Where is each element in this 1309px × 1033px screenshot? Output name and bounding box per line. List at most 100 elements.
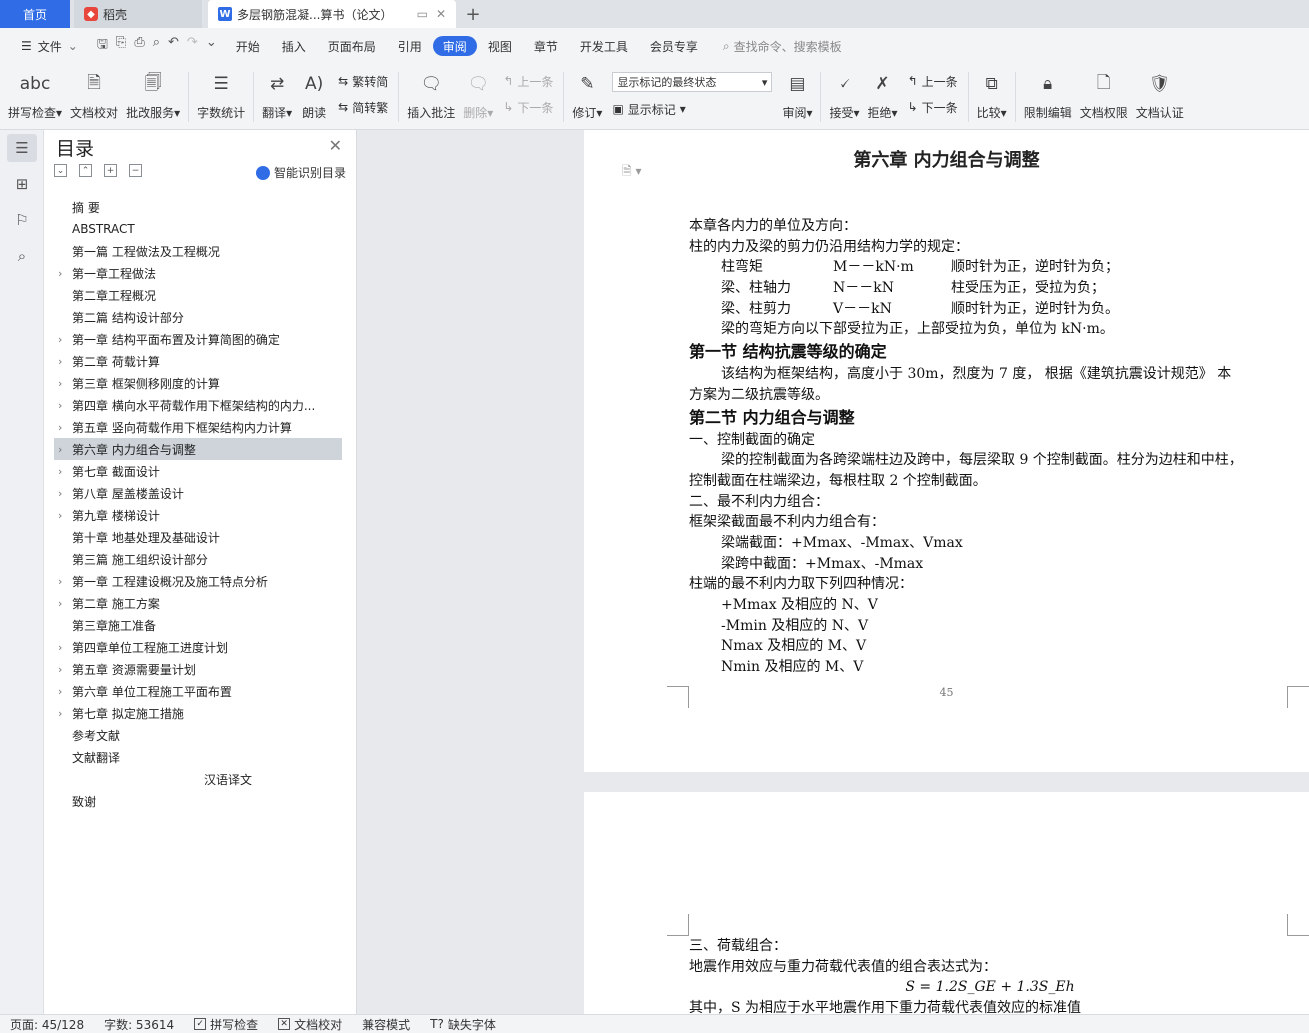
missing-font-button[interactable]: T? 缺失字体	[430, 1016, 496, 1033]
print-preview-icon[interactable]: ⌕	[153, 35, 160, 57]
chevron-right-icon[interactable]: ›	[58, 597, 72, 610]
insert-comment-button[interactable]: 🗨 插入批注	[407, 64, 455, 126]
file-menu[interactable]: ☰ 文件 ⌄	[10, 36, 89, 56]
chevron-right-icon[interactable]: ›	[58, 509, 72, 522]
word-count-indicator[interactable]: 字数: 53614	[104, 1016, 174, 1033]
close-icon[interactable]: ✕	[329, 136, 342, 155]
tab-close-icon[interactable]: ✕	[436, 7, 446, 21]
menu-insert[interactable]: 插入	[271, 36, 317, 56]
accept-button[interactable]: 🗸 接受▾	[829, 64, 859, 126]
expand-all-icon[interactable]: ⌄	[54, 164, 67, 177]
toc-item[interactable]: 参考文献	[54, 724, 342, 746]
toc-item[interactable]: › 第一章 工程建设概况及施工特点分析	[54, 570, 342, 592]
reject-button[interactable]: ✗ 拒绝▾	[868, 64, 898, 126]
menu-view[interactable]: 视图	[477, 36, 523, 56]
chevron-right-icon[interactable]: ›	[58, 267, 72, 280]
toc-item[interactable]: 第二篇 结构设计部分	[54, 306, 342, 328]
toc-item[interactable]: 第十章 地基处理及基础设计	[54, 526, 342, 548]
toc-item[interactable]: 第三章施工准备	[54, 614, 342, 636]
toc-item[interactable]: › 第四章 横向水平荷载作用下框架结构的内力...	[54, 394, 342, 416]
read-aloud-button[interactable]: A) 朗读	[300, 64, 328, 126]
simp-to-trad-button[interactable]: ⇆ 繁转简	[338, 72, 388, 90]
spell-check-button[interactable]: abc 拼写检查▾	[8, 64, 62, 126]
toc-item[interactable]: › 第五章 竖向荷载作用下框架结构内力计算	[54, 416, 342, 438]
menu-references[interactable]: 引用	[387, 36, 433, 56]
collapse-all-icon[interactable]: ⌃	[79, 164, 92, 177]
chevron-right-icon[interactable]: ›	[58, 421, 72, 434]
chevron-right-icon[interactable]: ›	[58, 641, 72, 654]
status-doc-check[interactable]: ✕ 文档校对	[278, 1016, 342, 1033]
menu-page-layout[interactable]: 页面布局	[317, 36, 387, 56]
chevron-right-icon[interactable]: ›	[58, 443, 72, 456]
toc-item[interactable]: › 第一章 结构平面布置及计算简图的确定	[54, 328, 342, 350]
undo-icon[interactable]: ↶	[168, 35, 179, 57]
toc-item[interactable]: 致谢	[54, 790, 342, 812]
review-pane-button[interactable]: ▤ 审阅▾	[782, 64, 812, 126]
page-indicator[interactable]: 页面: 45/128	[10, 1016, 84, 1033]
toc-item[interactable]: › 第七章 拟定施工措施	[54, 702, 342, 724]
chevron-right-icon[interactable]: ›	[58, 399, 72, 412]
chevron-right-icon[interactable]: ›	[58, 487, 72, 500]
toc-item[interactable]: › 第八章 屋盖楼盖设计	[54, 482, 342, 504]
tab-daoke[interactable]: ◆ 稻壳	[74, 0, 202, 28]
command-search[interactable]: ⌕ 查找命令、搜索模板	[723, 38, 842, 55]
menu-section[interactable]: 章节	[523, 36, 569, 56]
more-icon[interactable]: ⌄	[206, 35, 217, 57]
toc-item[interactable]: 文献翻译	[54, 746, 342, 768]
doc-permission-button[interactable]: 🗋 文档权限	[1080, 64, 1128, 126]
show-markup-button[interactable]: ▣ 显示标记 ▾	[612, 100, 772, 118]
markup-state-select[interactable]: 显示标记的最终状态 ▾	[612, 72, 773, 92]
prev-change-button[interactable]: ↰ 上一条	[908, 72, 958, 90]
chevron-right-icon[interactable]: ›	[58, 355, 72, 368]
delete-comment-button[interactable]: 🗨 删除▾	[463, 64, 493, 126]
menu-review[interactable]: 审阅	[432, 36, 477, 56]
toc-item[interactable]: 第一篇 工程做法及工程概况	[54, 240, 342, 262]
toc-panel-icon[interactable]: ☰	[7, 134, 37, 162]
word-count-button[interactable]: ☰ 字数统计	[197, 64, 245, 126]
toc-item[interactable]: › 第一章工程做法	[54, 262, 342, 284]
toc-item[interactable]: › 第二章 施工方案	[54, 592, 342, 614]
toc-item[interactable]: ABSTRACT	[54, 218, 342, 240]
print-icon[interactable]: ⎙	[134, 35, 144, 57]
chevron-right-icon[interactable]: ›	[58, 707, 72, 720]
chevron-right-icon[interactable]: ›	[58, 575, 72, 588]
batch-service-button[interactable]: 🗐 批改服务▾	[126, 64, 180, 126]
chevron-right-icon[interactable]: ›	[58, 377, 72, 390]
tab-document[interactable]: W 多层钢筋混凝...算书（论文） ▭ ✕	[208, 0, 456, 28]
toc-item[interactable]: › 第二章 荷载计算	[54, 350, 342, 372]
toc-item[interactable]: › 第六章 单位工程施工平面布置	[54, 680, 342, 702]
tab-home[interactable]: 首页	[0, 0, 70, 28]
navigation-icon[interactable]: ⊞	[7, 170, 37, 198]
prev-comment-button[interactable]: ↰ 上一条	[503, 72, 553, 90]
bookmark-icon[interactable]: ⚐	[7, 206, 37, 234]
track-changes-button[interactable]: ✎ 修订▾	[572, 64, 602, 126]
next-change-button[interactable]: ↳ 下一条	[908, 98, 958, 116]
toc-item[interactable]: 摘 要	[54, 196, 342, 218]
status-spell-check[interactable]: ✓ 拼写检查	[194, 1016, 258, 1033]
compare-button[interactable]: ⧉ 比较▾	[977, 64, 1007, 126]
chevron-right-icon[interactable]: ›	[58, 465, 72, 478]
chevron-right-icon[interactable]: ›	[58, 663, 72, 676]
toc-item[interactable]: › 第七章 截面设计	[54, 460, 342, 482]
next-comment-button[interactable]: ↳ 下一条	[503, 98, 553, 116]
remove-level-icon[interactable]: −	[129, 164, 142, 177]
toc-item[interactable]: › 第六章 内力组合与调整	[54, 438, 342, 460]
toc-item[interactable]: 第二章工程概况	[54, 284, 342, 306]
tab-pin-icon[interactable]: ▭	[417, 7, 428, 21]
chevron-right-icon[interactable]: ›	[58, 685, 72, 698]
doc-certify-button[interactable]: 🛡︎ 文档认证	[1136, 64, 1184, 126]
translate-button[interactable]: ⇄ 翻译▾	[262, 64, 292, 126]
restrict-edit-button[interactable]: 🔒︎ 限制编辑	[1024, 64, 1072, 126]
menu-member[interactable]: 会员专享	[639, 36, 709, 56]
menu-developer[interactable]: 开发工具	[569, 36, 639, 56]
export-pdf-icon[interactable]: ⎘	[116, 35, 126, 57]
toc-item[interactable]: 第三篇 施工组织设计部分	[54, 548, 342, 570]
trad-to-simp-button[interactable]: ⇆ 简转繁	[338, 98, 388, 116]
menu-home[interactable]: 开始	[225, 36, 271, 56]
toc-item[interactable]: › 第五章 资源需要量计划	[54, 658, 342, 680]
new-tab-button[interactable]: +	[456, 0, 490, 28]
toc-item[interactable]: › 第四章单位工程施工进度计划	[54, 636, 342, 658]
smart-toc-button[interactable]: 智能识别目录	[255, 164, 346, 181]
search-icon[interactable]: ⌕	[7, 242, 37, 270]
doc-check-button[interactable]: 🗎 文档校对	[70, 64, 118, 126]
